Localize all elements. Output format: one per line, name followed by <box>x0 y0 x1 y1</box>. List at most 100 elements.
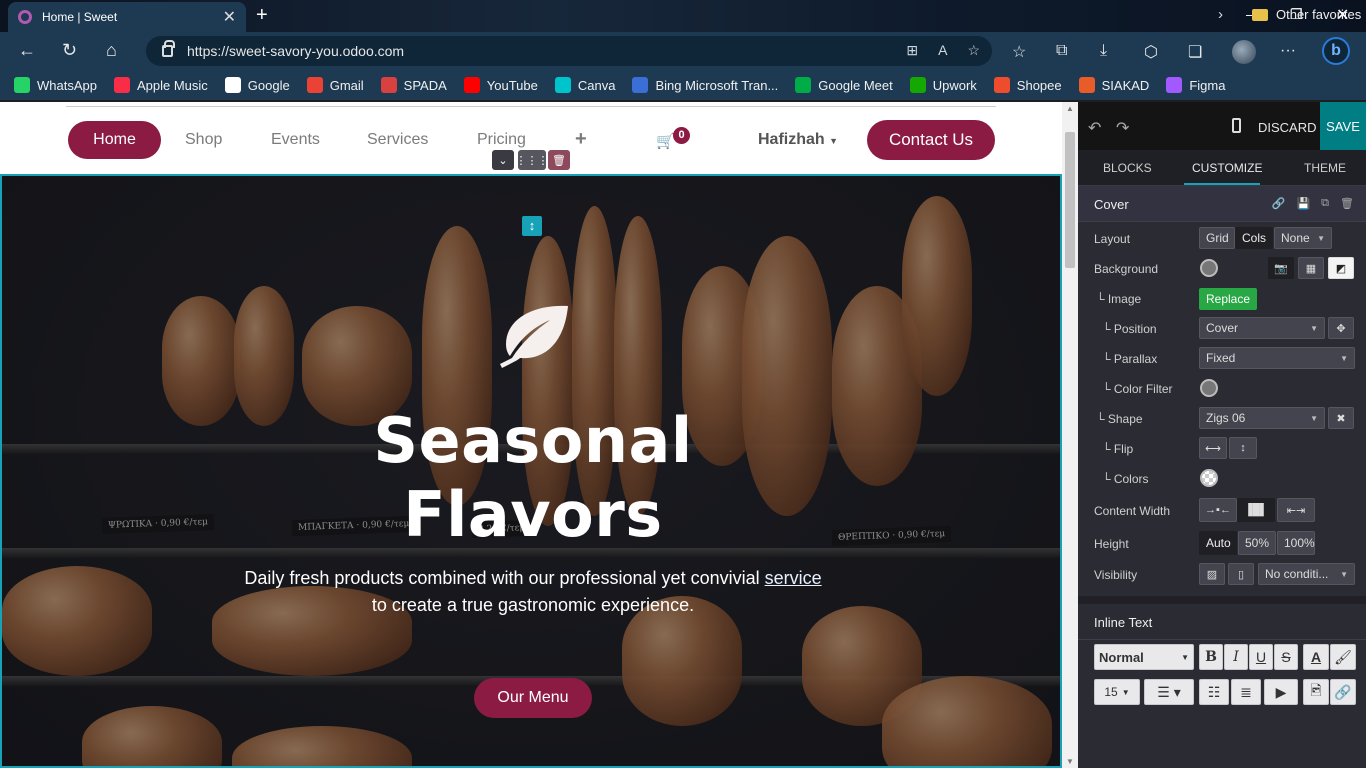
duplicate-icon[interactable]: ⧉ <box>1321 197 1329 210</box>
bookmark-item[interactable]: Google Meet <box>795 77 893 93</box>
visibility-select[interactable]: No conditi... ▼ <box>1258 563 1355 585</box>
shape-select[interactable]: Zigs 06 ▼ <box>1199 407 1325 429</box>
contact-us-button[interactable]: Contact Us <box>867 120 995 160</box>
numbered-list-icon[interactable]: ≣ <box>1231 679 1261 705</box>
favorites-icon[interactable]: ☆ <box>1012 42 1026 62</box>
bullet-list-icon[interactable]: ☷ <box>1199 679 1229 705</box>
color-filter-swatch[interactable] <box>1200 379 1218 397</box>
text-style-select[interactable]: Normal ▼ <box>1094 644 1194 670</box>
layout-select[interactable]: None ▼ <box>1274 227 1332 249</box>
service-link[interactable]: service <box>765 568 822 588</box>
parallax-select[interactable]: Fixed ▼ <box>1199 347 1355 369</box>
bing-icon[interactable]: b <box>1322 37 1350 65</box>
tab-customize[interactable]: CUSTOMIZE <box>1192 161 1262 175</box>
scroll-down-icon[interactable]: ▼ <box>1066 757 1074 766</box>
save-snippet-icon[interactable]: 💾 <box>1296 197 1310 210</box>
bookmark-item[interactable]: YouTube <box>463 77 538 93</box>
refresh-icon[interactable]: ↻ <box>62 40 77 61</box>
underline-button[interactable]: U <box>1249 644 1273 670</box>
video-icon[interactable]: ▦ <box>1298 257 1324 279</box>
mobile-preview-icon[interactable] <box>1232 118 1241 133</box>
italic-button[interactable]: I <box>1224 644 1248 670</box>
bookmark-item[interactable]: SPADA <box>380 77 447 93</box>
download-icon[interactable]: ⤓ <box>1100 42 1107 60</box>
replace-image-button[interactable]: Replace <box>1199 288 1258 310</box>
link-icon[interactable]: 🔗 <box>1272 197 1286 210</box>
bookmark-item[interactable]: Gmail <box>306 77 364 93</box>
bookmark-item[interactable]: Shopee <box>993 77 1062 93</box>
width-regular-icon[interactable]: ▐█▌ <box>1237 498 1275 522</box>
resize-height-icon[interactable]: ↕ <box>522 216 542 236</box>
layout-grid-button[interactable]: Grid <box>1199 227 1235 249</box>
collections-icon[interactable]: ⧉ <box>1056 42 1067 60</box>
snippet-delete-icon[interactable]: 🗑 <box>548 150 570 170</box>
redo-icon[interactable]: ↷ <box>1116 118 1129 138</box>
width-small-icon[interactable]: →▪← <box>1199 498 1237 522</box>
nav-services[interactable]: Services <box>367 131 428 149</box>
hide-mobile-icon[interactable]: ▯ <box>1228 563 1254 585</box>
tab-blocks[interactable]: BLOCKS <box>1103 161 1152 175</box>
back-icon[interactable]: ← <box>18 40 36 61</box>
layout-cols-button[interactable]: Cols <box>1235 227 1273 249</box>
new-tab-icon[interactable]: + <box>256 4 268 27</box>
bookmark-item[interactable]: Canva <box>554 77 615 93</box>
nav-pricing[interactable]: Pricing <box>477 131 526 149</box>
bookmarks-more-icon[interactable]: › <box>1218 6 1223 23</box>
insert-link-icon[interactable]: 🔗 <box>1330 679 1356 705</box>
height-auto-button[interactable]: Auto <box>1199 531 1237 555</box>
other-favorites[interactable]: Other favorites <box>1252 7 1361 22</box>
bookmark-item[interactable]: SIAKAD <box>1078 77 1149 93</box>
read-aloud-icon[interactable]: A <box>938 42 947 59</box>
height-50-button[interactable]: 50% <box>1238 531 1276 555</box>
scroll-thumb[interactable] <box>1065 132 1075 268</box>
cover-section[interactable]: ΨΡΩΤΙΚΑ · 0,90 €/τεμ ΜΠΑΓΚΕΤΑ · 0,90 €/τ… <box>0 174 1062 768</box>
font-size-select[interactable]: 15 ▼ <box>1094 679 1140 705</box>
more-icon[interactable]: ··· <box>1280 42 1296 60</box>
background-color-swatch[interactable] <box>1200 259 1218 277</box>
profile-avatar[interactable] <box>1232 40 1256 64</box>
delete-icon[interactable]: 🗑 <box>1340 197 1354 210</box>
tabs-icon[interactable]: ❏ <box>1188 42 1202 62</box>
snippet-grid-icon[interactable]: ⋮⋮⋮ <box>516 150 549 170</box>
media-play-icon[interactable]: ▶ <box>1264 679 1298 705</box>
hide-desktop-icon[interactable]: ▨ <box>1199 563 1225 585</box>
bookmark-item[interactable]: Figma <box>1166 77 1225 93</box>
home-icon[interactable]: ⌂ <box>106 40 117 61</box>
page-scrollbar[interactable]: ▲ ▼ <box>1062 102 1078 768</box>
cart-icon[interactable]: 🛒 <box>656 132 675 150</box>
position-select[interactable]: Cover ▼ <box>1199 317 1325 339</box>
url-field[interactable]: https://sweet-savory-you.odoo.com ⊞ A ☆ <box>146 36 992 66</box>
font-color-icon[interactable]: A <box>1303 644 1329 670</box>
bold-button[interactable]: B <box>1199 644 1223 670</box>
browser-tab[interactable]: Home | Sweet ✕ <box>8 2 246 32</box>
close-tab-icon[interactable]: ✕ <box>223 7 236 27</box>
nav-shop[interactable]: Shop <box>185 131 222 149</box>
undo-icon[interactable]: ↶ <box>1088 118 1101 138</box>
remove-shape-icon[interactable]: ✖ <box>1328 407 1354 429</box>
add-favorite-icon[interactable]: ☆ <box>967 42 980 59</box>
camera-icon[interactable]: 📷 <box>1268 257 1294 279</box>
flip-vertical-icon[interactable]: ↕ <box>1229 437 1257 459</box>
insert-image-icon[interactable]: 🖻 <box>1303 679 1329 705</box>
bookmark-item[interactable]: Google <box>224 77 290 93</box>
nav-home[interactable]: Home <box>68 121 161 159</box>
width-full-icon[interactable]: ⇤⇥ <box>1277 498 1315 522</box>
bookmark-item[interactable]: Upwork <box>909 77 977 93</box>
flip-horizontal-icon[interactable]: ⟷ <box>1199 437 1227 459</box>
bookmark-item[interactable]: Bing Microsoft Tran... <box>632 77 778 93</box>
scroll-up-icon[interactable]: ▲ <box>1066 104 1074 113</box>
apps-icon[interactable]: ⊞ <box>906 42 918 59</box>
our-menu-button[interactable]: Our Menu <box>474 678 592 718</box>
save-button[interactable]: SAVE <box>1320 102 1366 150</box>
nav-events[interactable]: Events <box>271 131 320 149</box>
align-select-icon[interactable]: ☰ ▾ <box>1144 679 1194 705</box>
shape-colors-swatch[interactable] <box>1200 469 1218 487</box>
snippet-collapse-icon[interactable]: ⌄ <box>492 150 514 170</box>
gradient-icon[interactable]: ◩ <box>1328 257 1354 279</box>
user-menu[interactable]: Hafizhah ▼ <box>758 131 838 149</box>
bookmark-item[interactable]: Apple Music <box>113 77 208 93</box>
nav-add-icon[interactable]: + <box>575 128 587 151</box>
extensions-icon[interactable]: ⬡ <box>1144 42 1158 62</box>
discard-button[interactable]: DISCARD <box>1258 120 1317 135</box>
tab-theme[interactable]: THEME <box>1304 161 1346 175</box>
